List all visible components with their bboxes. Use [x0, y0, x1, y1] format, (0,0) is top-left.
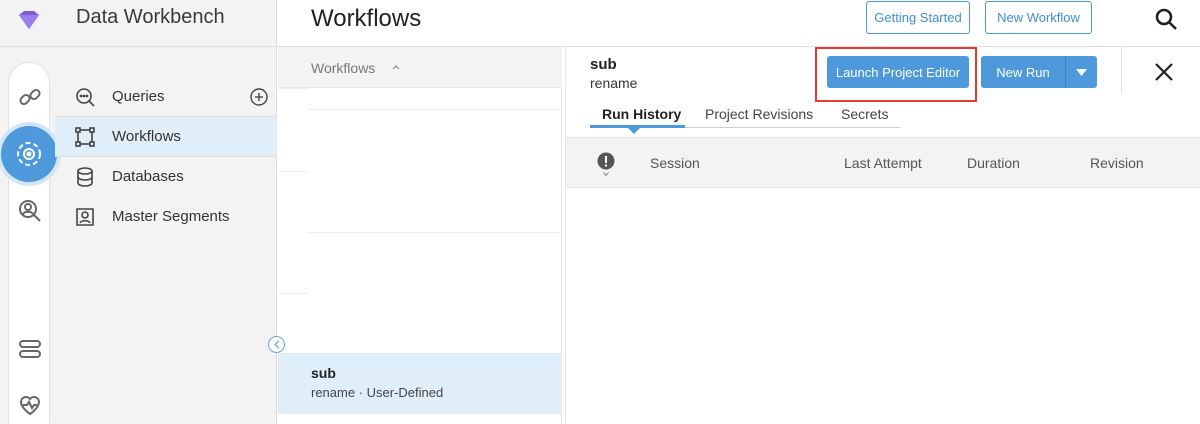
app-title: Data Workbench	[76, 6, 225, 28]
workflow-item-title: sub	[311, 365, 336, 381]
gem-icon[interactable]	[17, 10, 41, 30]
database-icon	[77, 167, 93, 187]
sidebar-item-master-segments[interactable]: Master Segments	[55, 198, 277, 236]
getting-started-button[interactable]: Getting Started	[866, 1, 970, 34]
app-header: Data Workbench	[0, 0, 277, 47]
tab-project-revisions[interactable]: Project Revisions	[705, 106, 813, 128]
collapse-sidebar-button[interactable]	[268, 336, 285, 353]
header-divider	[1121, 47, 1122, 94]
new-run-dropdown-button[interactable]	[1065, 56, 1097, 88]
link-icon[interactable]	[18, 85, 42, 109]
user-search-icon[interactable]	[18, 199, 42, 223]
caret-down-icon	[1076, 69, 1087, 76]
query-search-icon	[76, 88, 95, 107]
launch-project-editor-button[interactable]: Launch Project Editor	[827, 56, 969, 88]
search-icon[interactable]	[1154, 7, 1178, 31]
workflow-list: Workflows sub rename · User-Defined	[278, 47, 562, 424]
chevron-left-icon	[274, 340, 280, 349]
list-divider	[278, 293, 308, 294]
column-header-revision[interactable]: Revision	[1090, 155, 1144, 171]
nav-divider	[55, 116, 277, 117]
sidebar-item-label: Master Segments	[112, 208, 230, 225]
list-header-label: Workflows	[311, 60, 376, 76]
detail-subtitle: rename	[590, 75, 638, 91]
sidebar-item-label: Databases	[112, 168, 184, 185]
column-header-last-attempt[interactable]: Last Attempt	[844, 155, 922, 171]
icon-rail	[8, 62, 50, 424]
new-run-button[interactable]: New Run	[981, 56, 1065, 88]
detail-title: sub	[590, 56, 617, 73]
list-divider	[278, 88, 308, 89]
sidebar-item-databases[interactable]: Databases	[55, 158, 277, 196]
app-sidebar: Data Workbench Queries Workflows Databas…	[0, 0, 277, 424]
workflow-gear-icon	[17, 142, 41, 166]
page-header: Workflows Getting Started New Workflow	[277, 0, 1200, 47]
detail-tabs: Run History Project Revisions Secrets	[590, 106, 900, 134]
sort-ascending-icon[interactable]	[391, 64, 401, 71]
tab-secrets[interactable]: Secrets	[841, 106, 888, 128]
workflow-item-subtitle: rename · User-Defined	[311, 385, 444, 400]
active-tab-pointer	[628, 128, 640, 134]
alert-status-icon[interactable]	[597, 152, 615, 170]
page-title: Workflows	[311, 5, 422, 32]
sidebar-item-workflows[interactable]: Workflows	[55, 118, 277, 156]
sidebar-item-label: Queries	[112, 88, 165, 105]
new-workflow-button[interactable]: New Workflow	[985, 1, 1092, 34]
workflow-icon	[75, 127, 95, 147]
chevron-down-icon[interactable]	[603, 172, 609, 176]
list-header[interactable]: Workflows	[278, 47, 562, 88]
add-query-icon[interactable]	[250, 88, 268, 106]
workflow-detail-panel: sub rename Launch Project Editor New Run…	[565, 47, 1200, 424]
column-header-session[interactable]: Session	[650, 155, 700, 171]
heart-icon[interactable]	[18, 393, 42, 417]
list-divider	[308, 232, 562, 233]
column-header-duration[interactable]: Duration	[967, 155, 1020, 171]
rail-active-workflows[interactable]	[1, 126, 57, 182]
sidebar-item-queries[interactable]: Queries	[55, 78, 277, 116]
run-history-table-header: Session Last Attempt Duration Revision	[566, 137, 1200, 188]
workflow-list-item[interactable]: sub rename · User-Defined	[278, 353, 562, 414]
list-divider	[278, 171, 308, 172]
segment-icon	[76, 208, 94, 226]
list-divider	[308, 109, 562, 110]
sidebar-item-label: Workflows	[112, 128, 181, 145]
toggle-icon[interactable]	[18, 337, 42, 361]
nav-divider	[55, 156, 277, 157]
close-icon[interactable]	[1154, 62, 1174, 82]
